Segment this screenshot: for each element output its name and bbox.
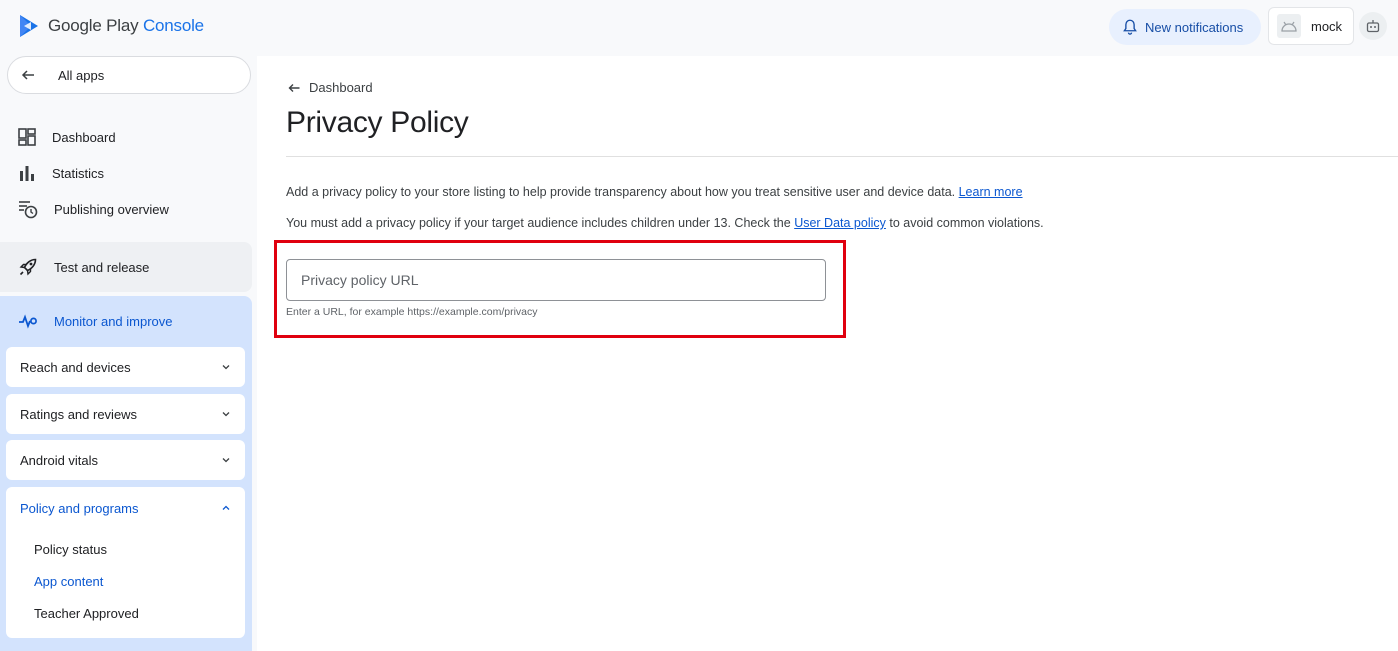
sidebar-group-ratings-and-reviews[interactable]: Ratings and reviews [6,394,245,434]
sidebar-item-policy-status[interactable]: Policy status [6,533,245,565]
help-button[interactable] [1359,12,1387,40]
title-divider [286,156,1398,157]
group-label: Policy and programs [20,500,139,516]
monitor-and-improve-label: Monitor and improve [54,313,173,329]
description-line-2: You must add a privacy policy if your ta… [286,216,1044,230]
breadcrumb[interactable]: Dashboard [287,80,373,95]
arrow-back-icon [288,83,300,92]
sidebar-item-app-content[interactable]: App content [6,565,245,597]
android-icon [1281,21,1297,32]
notifications-label: New notifications [1145,19,1244,35]
description-text: Add a privacy policy to your store listi… [286,185,956,199]
user-data-policy-link[interactable]: User Data policy [794,216,886,230]
url-helper-text: Enter a URL, for example https://example… [286,306,538,318]
sidebar: All apps Dashboard Statistics Publishing… [0,56,256,651]
new-notifications-button[interactable]: New notifications [1109,9,1261,45]
group-label: Android vitals [20,452,99,468]
sidebar-item-label: Dashboard [52,129,116,145]
main-content: Dashboard Privacy Policy Add a privacy p… [257,56,1398,651]
description-line-1: Add a privacy policy to your store listi… [286,185,1023,199]
rocket-icon [19,258,37,276]
sidebar-item-test-and-release[interactable]: Test and release [0,242,252,292]
learn-more-link[interactable]: Learn more [959,185,1023,199]
breadcrumb-label: Dashboard [309,80,373,95]
dashboard-icon [18,128,36,146]
chevron-down-icon [222,458,230,463]
test-and-release-label: Test and release [54,259,150,275]
description-text: You must add a privacy policy if your ta… [286,216,791,230]
arrow-back-icon [21,70,34,80]
sidebar-item-teacher-approved[interactable]: Teacher Approved [6,597,245,629]
robot-icon [1366,20,1380,33]
policy-and-programs-toggle[interactable]: Policy and programs [6,487,245,529]
sidebar-group-android-vitals[interactable]: Android vitals [6,440,245,480]
privacy-policy-url-input[interactable] [286,259,826,301]
sidebar-group-reach-and-devices[interactable]: Reach and devices [6,347,245,387]
pulse-icon [19,314,37,329]
sidebar-item-monitor-and-improve[interactable]: Monitor and improve [0,296,252,346]
group-label: Ratings and reviews [20,406,138,422]
sidebar-item-dashboard[interactable]: Dashboard [0,119,256,155]
sidebar-item-publishing-overview[interactable]: Publishing overview [0,191,256,227]
logo-text: Google Play Console [48,16,204,35]
description-text: to avoid common violations. [889,216,1044,230]
top-header: Google Play Console New notifications mo… [0,0,1398,56]
app-avatar [1277,14,1301,38]
chevron-up-icon [222,505,230,510]
account-name: mock [1311,18,1343,34]
all-apps-label: All apps [58,67,105,83]
account-switcher[interactable]: mock [1268,7,1354,45]
sidebar-item-label: Publishing overview [54,201,169,217]
bell-icon [1123,19,1137,35]
sidebar-group-policy-and-programs: Policy and programs Policy status App co… [6,487,245,638]
page-title: Privacy Policy [286,106,469,139]
sidebar-item-statistics[interactable]: Statistics [0,155,256,191]
bar-chart-icon [20,166,34,181]
monitor-and-improve-section: Monitor and improve Reach and devices Ra… [0,296,252,651]
chevron-down-icon [222,365,230,370]
google-play-console-logo[interactable]: Google Play Console [18,14,204,38]
group-label: Reach and devices [20,359,131,375]
all-apps-button[interactable]: All apps [7,56,251,94]
sidebar-item-label: Statistics [52,165,105,181]
publishing-icon [19,201,38,219]
chevron-down-icon [222,412,230,417]
play-logo-icon [20,15,38,37]
